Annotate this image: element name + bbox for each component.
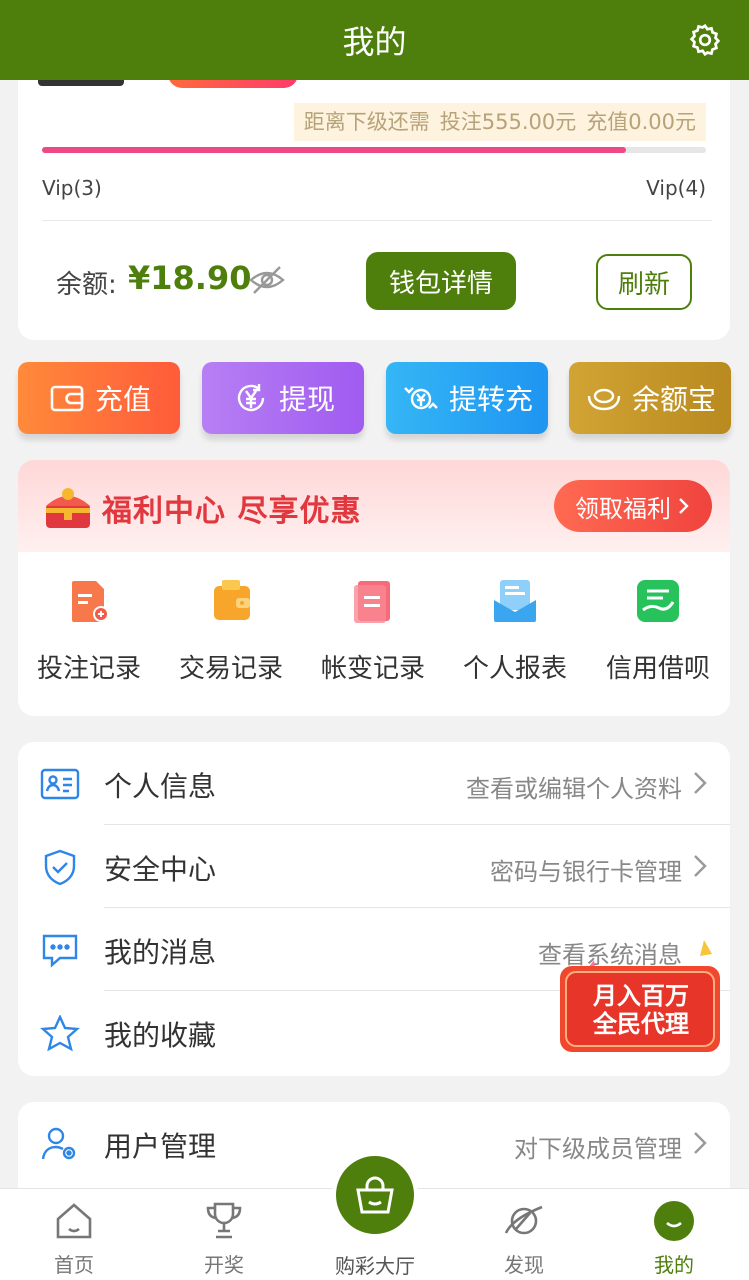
account-change-records-label: 帐变记录 — [320, 654, 425, 684]
wallet-icon — [50, 385, 84, 412]
yuebao-button[interactable]: 余额宝 — [569, 362, 731, 434]
tab-home[interactable]: 首页 — [24, 1199, 124, 1278]
report-icon — [494, 580, 536, 622]
welfare-center-card: 福利中心 尽享优惠 领取福利 投注记录 交易记录 帐变记录 个人报表 信用借呗 — [18, 460, 730, 716]
claim-welfare-label: 领取福利 — [575, 494, 671, 523]
tab-label: 开奖 — [204, 1253, 244, 1277]
current-vip-level: Vip(3) — [42, 176, 102, 200]
refresh-button[interactable]: 刷新 — [596, 254, 692, 310]
menu-label: 个人信息 — [104, 770, 217, 803]
treasure-chest-icon — [46, 488, 90, 528]
bet-records-item[interactable]: 投注记录 — [18, 576, 160, 685]
deposit-button[interactable]: 充值 — [18, 362, 180, 434]
smile-icon — [654, 1201, 694, 1241]
menu-item-security-center[interactable]: 安全中心 密码与银行卡管理 — [18, 825, 730, 908]
vip-balance-card: 距离下级还需 投注555.00元 充值0.00元 Vip(3) Vip(4) 余额:… — [18, 50, 730, 340]
yuebao-label: 余额宝 — [631, 383, 716, 416]
avatar — [38, 80, 124, 86]
planet-icon — [504, 1205, 543, 1235]
agent-promo-badge[interactable]: 月入百万 全民代理 — [554, 930, 744, 1070]
tab-label: 发现 — [504, 1253, 544, 1277]
bet-records-label: 投注记录 — [36, 654, 141, 684]
gear-icon[interactable] — [687, 22, 723, 58]
vip-progress-fill — [42, 147, 627, 153]
deposit-label: 充值 — [94, 383, 151, 416]
id-card-icon — [40, 768, 80, 800]
shopping-basket-icon — [356, 1176, 394, 1214]
yen-exchange-icon — [404, 387, 438, 410]
credit-loan-item[interactable]: 信用借呗 — [587, 576, 729, 685]
balance-label: 余额: — [56, 270, 117, 300]
wallet-details-button[interactable]: 钱包详情 — [366, 252, 516, 310]
next-vip-level: Vip(4) — [646, 176, 706, 200]
tab-label: 我的 — [654, 1253, 694, 1277]
vip-progress-bar — [42, 147, 706, 153]
transfer-deposit-button[interactable]: 提转充 — [386, 362, 548, 434]
chevron-right-icon — [679, 498, 689, 514]
balance-value: ¥18.90 — [128, 259, 252, 297]
welfare-banner: 福利中心 尽享优惠 领取福利 — [18, 460, 730, 552]
promo-text: 月入百万 全民代理 — [566, 982, 716, 1038]
tab-label: 首页 — [54, 1253, 94, 1277]
personal-report-label: 个人报表 — [462, 654, 567, 684]
account-change-records-item[interactable]: 帐变记录 — [302, 576, 444, 685]
trophy-icon — [206, 1202, 242, 1239]
welfare-title: 福利中心 尽享优惠 — [102, 494, 362, 529]
divider — [42, 220, 712, 221]
chat-bubble-icon — [42, 934, 78, 968]
next-level-requirement: 距离下级还需 投注555.00元 充值0.00元 — [293, 103, 706, 141]
chevron-right-icon — [694, 855, 707, 877]
next-need-bet: 投注555.00元 — [439, 110, 577, 134]
chevron-right-icon — [694, 1132, 707, 1154]
credit-loan-label: 信用借呗 — [605, 654, 710, 684]
personal-report-item[interactable]: 个人报表 — [444, 576, 586, 685]
next-need-deposit: 充值0.00元 — [586, 110, 696, 134]
menu-label: 我的收藏 — [104, 1019, 217, 1052]
hand-money-icon — [637, 580, 679, 622]
ingot-icon — [587, 388, 621, 411]
menu-label: 用户管理 — [104, 1130, 217, 1163]
yen-cycle-icon — [237, 384, 265, 412]
user-gear-icon — [41, 1127, 76, 1160]
withdraw-label: 提现 — [278, 383, 335, 416]
menu-hint: 对下级成员管理 — [514, 1135, 682, 1163]
top-nav-bar: 我的 — [0, 0, 749, 80]
menu-item-personal-info[interactable]: 个人信息 查看或编辑个人资料 — [18, 742, 730, 825]
next-need-label: 距离下级还需 — [303, 110, 430, 134]
promo-line-2: 全民代理 — [593, 1010, 689, 1038]
transfer-deposit-label: 提转充 — [448, 383, 533, 416]
tab-lottery-results[interactable]: 开奖 — [174, 1199, 274, 1278]
document-icon — [354, 581, 390, 623]
chevron-right-icon — [694, 772, 707, 794]
tab-profile[interactable]: 我的 — [624, 1199, 724, 1278]
menu-hint: 查看或编辑个人资料 — [466, 775, 682, 803]
page-title: 我的 — [342, 23, 407, 61]
transaction-records-item[interactable]: 交易记录 — [160, 576, 302, 685]
claim-welfare-button[interactable]: 领取福利 — [554, 480, 712, 532]
menu-hint: 密码与银行卡管理 — [490, 858, 682, 886]
bet-record-icon — [72, 581, 109, 622]
withdraw-button[interactable]: 提现 — [202, 362, 364, 434]
transaction-records-label: 交易记录 — [178, 654, 283, 684]
menu-label: 我的消息 — [104, 936, 217, 969]
menu-label: 安全中心 — [104, 853, 217, 886]
eye-hidden-icon[interactable] — [248, 264, 286, 296]
wallet-record-icon — [214, 580, 250, 620]
promo-line-1: 月入百万 — [593, 982, 689, 1010]
tab-discover[interactable]: 发现 — [474, 1199, 574, 1278]
home-icon — [56, 1203, 92, 1239]
star-icon — [40, 1015, 80, 1051]
shield-check-icon — [44, 849, 76, 885]
tab-lottery-hall-label: 购彩大厅 — [335, 1254, 415, 1278]
lottery-hall-button[interactable] — [332, 1152, 418, 1238]
